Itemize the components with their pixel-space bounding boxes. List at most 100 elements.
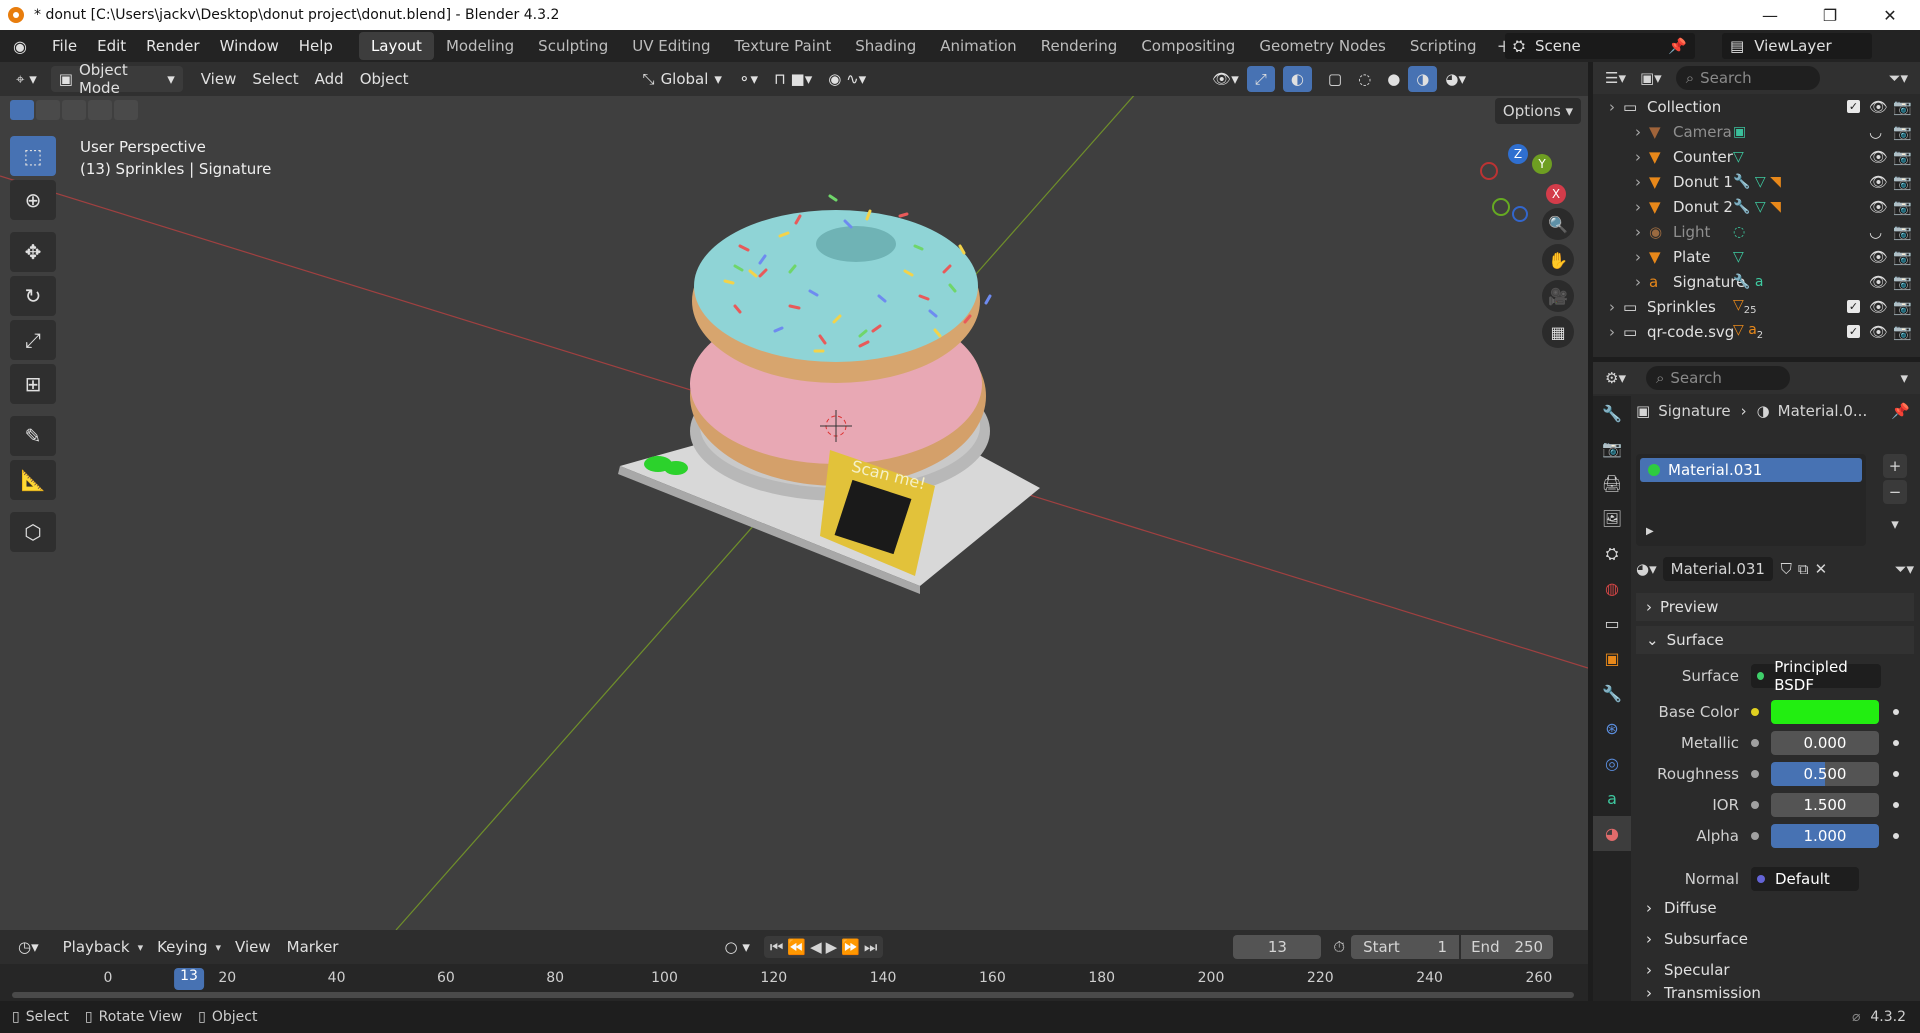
outliner-row[interactable]: › ▼ Camera ▣ ◡ 📷 xyxy=(1593,119,1920,144)
solid-shading-icon[interactable]: ● xyxy=(1379,66,1408,92)
exclude-checkbox[interactable]: ✓ xyxy=(1847,100,1860,113)
snap-icon[interactable]: ⊓ ■▾ xyxy=(766,66,820,92)
properties-editor-icon[interactable]: ⚙▾ xyxy=(1605,369,1626,387)
select-intersect-icon[interactable] xyxy=(114,100,138,120)
outliner-row[interactable]: › ▭ Sprinkles ▽25 ✓ 👁 📷 xyxy=(1593,294,1920,319)
outliner-item-name[interactable]: Camera xyxy=(1673,123,1732,141)
mode-dropdown[interactable]: ▣ Object Mode ▾ xyxy=(50,61,183,97)
select-new-icon[interactable] xyxy=(10,100,34,120)
object-tab-icon[interactable]: ▣ xyxy=(1593,641,1631,676)
select-box-tool-icon[interactable]: ⬚ xyxy=(10,136,56,176)
tab-compositing[interactable]: Compositing xyxy=(1129,32,1247,60)
diffuse-panel[interactable]: › Diffuse xyxy=(1636,894,1717,922)
render-camera-icon[interactable]: 📷 xyxy=(1893,298,1912,316)
menu-object[interactable]: Object xyxy=(352,66,417,92)
surface-panel-header[interactable]: ⌄ Surface xyxy=(1636,626,1914,654)
disclosure-chevron-icon[interactable]: › xyxy=(1609,323,1615,341)
tab-scripting[interactable]: Scripting xyxy=(1398,32,1489,60)
field-value[interactable] xyxy=(1771,700,1879,724)
output-tab-icon[interactable]: 🖨 xyxy=(1593,466,1631,501)
properties-options-icon[interactable]: ▾ xyxy=(1900,369,1908,387)
material-shading-icon[interactable]: ◑ xyxy=(1408,66,1438,92)
transform-tool-icon[interactable]: ⊞ xyxy=(10,364,56,404)
pin-icon[interactable]: 📌 xyxy=(1891,402,1910,420)
outliner-row[interactable]: › ▭ qr-code.svg ▽ a2 ✓ 👁 📷 xyxy=(1593,319,1920,344)
gizmo-y[interactable]: Y xyxy=(1532,154,1552,174)
normal-field[interactable]: Default xyxy=(1751,867,1859,891)
menu-edit[interactable]: Edit xyxy=(87,37,136,55)
expand-triangle-icon[interactable]: ▶ xyxy=(1646,526,1654,537)
keyframe-dot-icon[interactable] xyxy=(1893,771,1899,777)
outliner-row[interactable]: › ▼ Counter ▽ 👁 📷 xyxy=(1593,144,1920,169)
current-frame-field[interactable]: 13 xyxy=(1233,935,1322,959)
render-camera-icon[interactable]: 📷 xyxy=(1893,98,1912,116)
menu-view[interactable]: View xyxy=(193,66,245,92)
exclude-checkbox[interactable]: ✓ xyxy=(1847,300,1860,313)
menu-select[interactable]: Select xyxy=(244,66,306,92)
scene-selector[interactable]: ⛭ Scene 📌 xyxy=(1505,33,1695,59)
scene-tab-icon[interactable]: ⛭ xyxy=(1593,536,1631,571)
outliner-search-input[interactable]: ⌕ Search xyxy=(1675,66,1820,90)
gizmo-toggle-icon[interactable]: ⤢ xyxy=(1246,66,1275,92)
display-mode-icon[interactable]: ▣▾ xyxy=(1640,69,1662,87)
outliner-item-name[interactable]: Donut 2 xyxy=(1673,198,1733,216)
play-reverse-icon[interactable]: ◀ xyxy=(810,938,822,956)
tab-layout[interactable]: Layout xyxy=(358,32,434,60)
gizmo-neg-z[interactable] xyxy=(1512,206,1528,222)
scale-tool-icon[interactable]: ⤢ xyxy=(10,320,56,360)
tab-geometry-nodes[interactable]: Geometry Nodes xyxy=(1247,32,1398,60)
tab-shading[interactable]: Shading xyxy=(843,32,928,60)
render-camera-icon[interactable]: 📷 xyxy=(1893,273,1912,291)
minimize-button[interactable]: — xyxy=(1740,0,1800,30)
blender-menu-icon[interactable]: ◉ xyxy=(8,34,32,58)
disclosure-chevron-icon[interactable]: › xyxy=(1635,248,1641,266)
keyframe-dot-icon[interactable] xyxy=(1893,833,1899,839)
pivot-icon[interactable]: ⚬▾ xyxy=(730,66,766,92)
perspective-toggle-icon[interactable]: ▦ xyxy=(1542,316,1574,348)
outliner-row[interactable]: › ▼ Plate ▽ 👁 📷 xyxy=(1593,244,1920,269)
pin-icon[interactable]: 📌 xyxy=(1668,37,1687,55)
remove-slot-button[interactable]: − xyxy=(1883,480,1907,504)
timeline-ruler[interactable]: 0 20 40 60 80 100 120 140 160 180 200 220 240 260 13 xyxy=(0,964,1588,1001)
editor-type-button[interactable]: ⌖ ▾ xyxy=(8,66,45,92)
keyframe-dot-icon[interactable] xyxy=(1893,802,1899,808)
jump-start-icon[interactable]: ⏮ xyxy=(770,938,784,956)
eye-icon[interactable]: ◡ xyxy=(1869,123,1882,141)
timeline-editor-icon[interactable]: ◷▾ xyxy=(10,934,47,960)
outliner-item-name[interactable]: Donut 1 xyxy=(1673,173,1733,191)
disclosure-chevron-icon[interactable]: › xyxy=(1635,223,1641,241)
outliner-item-name[interactable]: Plate xyxy=(1673,248,1711,266)
current-frame-indicator[interactable]: 13 xyxy=(174,968,204,990)
disclosure-chevron-icon[interactable]: › xyxy=(1609,98,1615,116)
eye-icon[interactable]: ◡ xyxy=(1869,223,1882,241)
outliner-item-name[interactable]: qr-code.svg xyxy=(1647,323,1734,341)
annotate-tool-icon[interactable]: ✎ xyxy=(10,416,56,456)
select-invert-icon[interactable] xyxy=(88,100,112,120)
field-value[interactable]: 1.000 xyxy=(1771,824,1879,848)
node-filter-icon[interactable]: ⏷▾ xyxy=(1894,560,1914,578)
fake-user-icon[interactable]: ⛉ xyxy=(1781,560,1792,578)
tab-rendering[interactable]: Rendering xyxy=(1029,32,1130,60)
eye-icon[interactable]: 👁 xyxy=(1869,298,1888,316)
collection-tab-icon[interactable]: ▭ xyxy=(1593,606,1631,641)
modifier-tab-icon[interactable]: 🔧 xyxy=(1593,676,1631,711)
browse-material-icon[interactable]: ◕▾ xyxy=(1636,560,1657,578)
view-layer-tab-icon[interactable]: 🖼 xyxy=(1593,501,1631,536)
options-button[interactable]: Options ▾ xyxy=(1495,98,1581,124)
3d-viewport[interactable]: Scan me! Options ▾ User Perspective (13)… xyxy=(0,96,1588,930)
physics-tab-icon[interactable]: ◎ xyxy=(1593,746,1631,781)
render-camera-icon[interactable]: 📷 xyxy=(1893,123,1912,141)
overlay-toggle-icon[interactable]: ◐ xyxy=(1282,66,1312,92)
wireframe-shading-icon[interactable]: ◌ xyxy=(1350,66,1379,92)
duplicate-icon[interactable]: ⧉ xyxy=(1798,560,1809,578)
eye-icon[interactable]: 👁 xyxy=(1869,273,1888,291)
render-tab-icon[interactable]: 📷 xyxy=(1593,431,1631,466)
eye-icon[interactable]: 👁 xyxy=(1869,173,1888,191)
properties-search-input[interactable]: ⌕ Search xyxy=(1645,366,1790,390)
eye-icon[interactable]: 👁 xyxy=(1869,148,1888,166)
eye-icon[interactable]: 👁 xyxy=(1869,98,1888,116)
pan-hand-icon[interactable]: ✋ xyxy=(1542,244,1574,276)
subsurface-panel[interactable]: › Subsurface xyxy=(1636,925,1748,953)
surface-shader-field[interactable]: Principled BSDF xyxy=(1751,658,1881,694)
orientation-dropdown[interactable]: ⤡ Global ▾ xyxy=(635,66,730,92)
